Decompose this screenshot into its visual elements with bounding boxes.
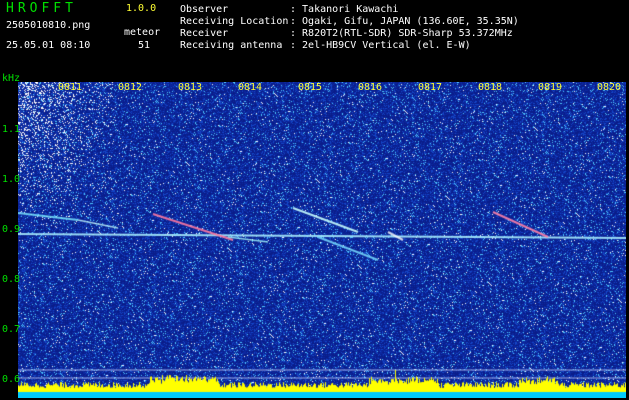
x-tick-label: 0819 <box>538 82 563 93</box>
info-value-location: : Ogaki, Gifu, JAPAN (136.60E, 35.35N) <box>290 16 519 27</box>
meteor-count: 51 <box>138 40 151 51</box>
x-tick-label: 0818 <box>478 82 503 93</box>
y-axis-unit: kHz <box>2 73 21 84</box>
info-label-observer: Observer <box>180 4 229 15</box>
spectrogram-plot <box>18 82 626 398</box>
y-tick-label: 0.6 <box>2 374 21 385</box>
x-tick-label: 0820 <box>597 82 622 93</box>
file-name: 2505010810.png <box>6 20 91 31</box>
meteor-label: meteor <box>124 27 161 38</box>
info-label-receiver: Receiver <box>180 28 229 39</box>
x-tick-label: 0813 <box>178 82 203 93</box>
y-tick-label: 1.0 <box>2 174 21 185</box>
info-label-antenna: Receiving antenna <box>180 40 283 51</box>
y-tick-label: 1.1 <box>2 124 21 135</box>
x-tick-label: 0814 <box>238 82 263 93</box>
app-title: HROFFT <box>6 1 77 16</box>
x-tick-label: 0816 <box>358 82 383 93</box>
x-tick-label: 0812 <box>118 82 143 93</box>
info-value-receiver: : R820T2(RTL-SDR) SDR-Sharp 53.372MHz <box>290 28 513 39</box>
spectrogram-canvas <box>18 82 626 398</box>
x-tick-label: 0817 <box>418 82 443 93</box>
y-tick-label: 0.7 <box>2 324 21 335</box>
y-tick-label: 0.9 <box>2 224 21 235</box>
y-tick-label: 0.8 <box>2 274 21 285</box>
info-value-observer: : Takanori Kawachi <box>290 4 399 15</box>
x-tick-label: 0811 <box>58 82 83 93</box>
date-time: 25.05.01 08:10 <box>6 40 91 51</box>
info-value-antenna: : 2el-HB9CV Vertical (el. E-W) <box>290 40 471 51</box>
app-version: 1.0.0 <box>126 3 157 14</box>
info-label-location: Receiving Location <box>180 16 289 27</box>
x-tick-label: 0815 <box>298 82 323 93</box>
